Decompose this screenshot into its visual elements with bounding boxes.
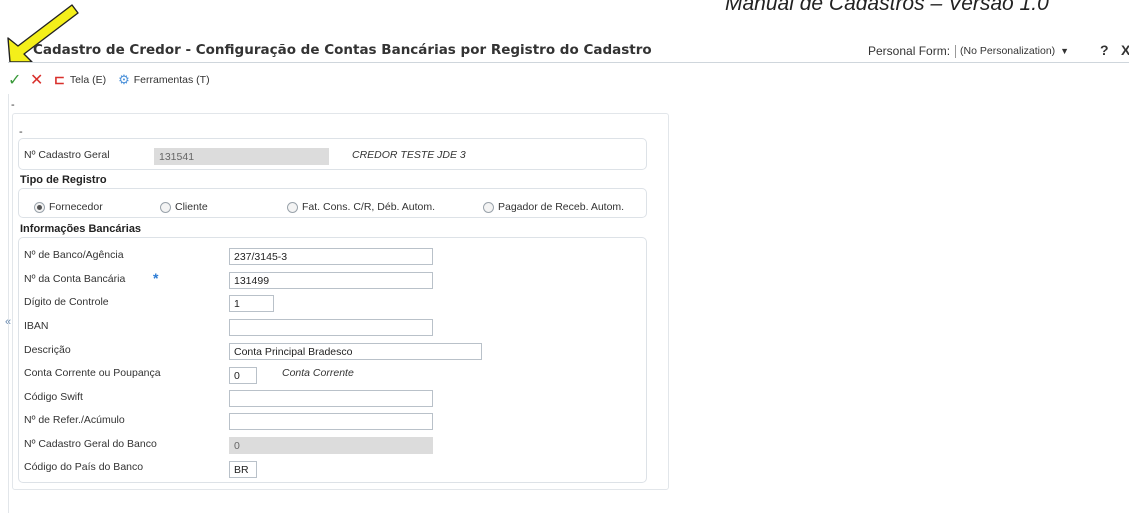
required-icon: * (153, 270, 159, 286)
iban-label: IBAN (24, 320, 49, 332)
help-icon[interactable]: ? (1100, 42, 1109, 58)
refer-acumulo-label: Nº de Refer./Acúmulo (24, 414, 125, 426)
tela-menu-label: Tela (E) (69, 74, 107, 86)
tipo-registro-title: Tipo de Registro (20, 174, 107, 186)
digito-controle-label: Dígito de Controle (24, 296, 109, 308)
radio-pagador[interactable]: Pagador de Receb. Autom. (483, 201, 624, 213)
left-panel-divider (8, 94, 9, 513)
radio-dot (160, 201, 171, 213)
conta-bancaria-field[interactable]: 131499 (229, 272, 433, 289)
radio-dot (34, 201, 45, 213)
radio-dot (287, 201, 298, 213)
conta-tipo-description: Conta Corrente (282, 367, 354, 379)
refer-acumulo-field[interactable] (229, 413, 433, 430)
radio-label: Cliente (175, 201, 208, 213)
personal-form-value: (No Personalization) (960, 45, 1056, 57)
pais-banco-label: Código do País do Banco (24, 461, 144, 473)
radio-label: Fat. Cons. C/R, Déb. Autom. (302, 201, 436, 213)
cadastro-banco-label: Nº Cadastro Geral do Banco (24, 438, 157, 450)
radio-label: Pagador de Receb. Autom. (498, 201, 625, 213)
bancarias-title: Informações Bancárias (20, 223, 142, 235)
chevron-down-icon: ▼ (1060, 46, 1070, 56)
radio-cliente[interactable]: Cliente (160, 201, 208, 213)
divider (955, 44, 957, 58)
digito-controle-field[interactable]: 1 (229, 295, 274, 312)
radio-label: Fornecedor (49, 201, 103, 213)
banco-agencia-field[interactable]: 237/3145-3 (229, 248, 433, 265)
codigo-swift-label: Código Swift (24, 391, 83, 403)
annotation-arrow-icon (7, 4, 79, 63)
codigo-swift-field[interactable] (229, 390, 433, 407)
cadastro-banco-field[interactable]: 0 (229, 437, 433, 454)
close-icon[interactable]: ✕ (30, 70, 54, 90)
cadastro-geral-label: Nº Cadastro Geral (24, 149, 110, 161)
cadastro-geral-name: CREDOR TESTE JDE 3 (352, 149, 466, 161)
window-title: Cadastro de Credor - Configuração de Con… (33, 42, 652, 58)
personal-form-label: Personal Form: (868, 44, 951, 58)
tela-menu-button[interactable]: ⊏ Tela (E) (54, 72, 106, 88)
toolbar: ✓ ✕ ⊏ Tela (E) ⚙ Ferramentas (T) (8, 70, 210, 90)
cadastro-geral-field[interactable]: 131541 (154, 148, 329, 165)
radio-fornecedor[interactable]: Fornecedor (34, 201, 103, 213)
title-divider (8, 62, 1129, 63)
iban-field[interactable] (229, 319, 433, 336)
collapse-panel-icon[interactable]: « (5, 316, 11, 328)
banco-agencia-label: Nº de Banco/Agência (24, 249, 124, 261)
pais-banco-field[interactable]: BR (229, 461, 257, 478)
conta-corrente-poupanca-field[interactable]: 0 (229, 367, 257, 384)
tools-menu-label: Ferramentas (T) (133, 74, 210, 86)
conta-bancaria-label: Nº da Conta Bancária (24, 273, 126, 285)
close-window-icon[interactable]: X (1121, 42, 1129, 58)
personal-form-selector[interactable]: Personal Form: (No Personalization) ▼ (868, 44, 1069, 58)
card-header-dash: - (19, 126, 23, 138)
radio-fat-cons[interactable]: Fat. Cons. C/R, Déb. Autom. (287, 201, 435, 213)
form-icon: ⊏ (54, 72, 65, 87)
document-header: Manual de Cadastros – Versão 1.0 (725, 0, 1049, 15)
tools-menu-button[interactable]: ⚙ Ferramentas (T) (118, 72, 210, 88)
descricao-field[interactable]: Conta Principal Bradesco (229, 343, 482, 360)
conta-corrente-poupanca-label: Conta Corrente ou Poupança (24, 367, 161, 379)
descricao-label: Descrição (24, 344, 71, 356)
check-icon[interactable]: ✓ (8, 70, 30, 90)
form-header-dash: - (11, 99, 15, 111)
gear-icon: ⚙ (118, 72, 130, 87)
cadastro-geral-group (18, 138, 647, 170)
radio-dot (483, 201, 494, 213)
